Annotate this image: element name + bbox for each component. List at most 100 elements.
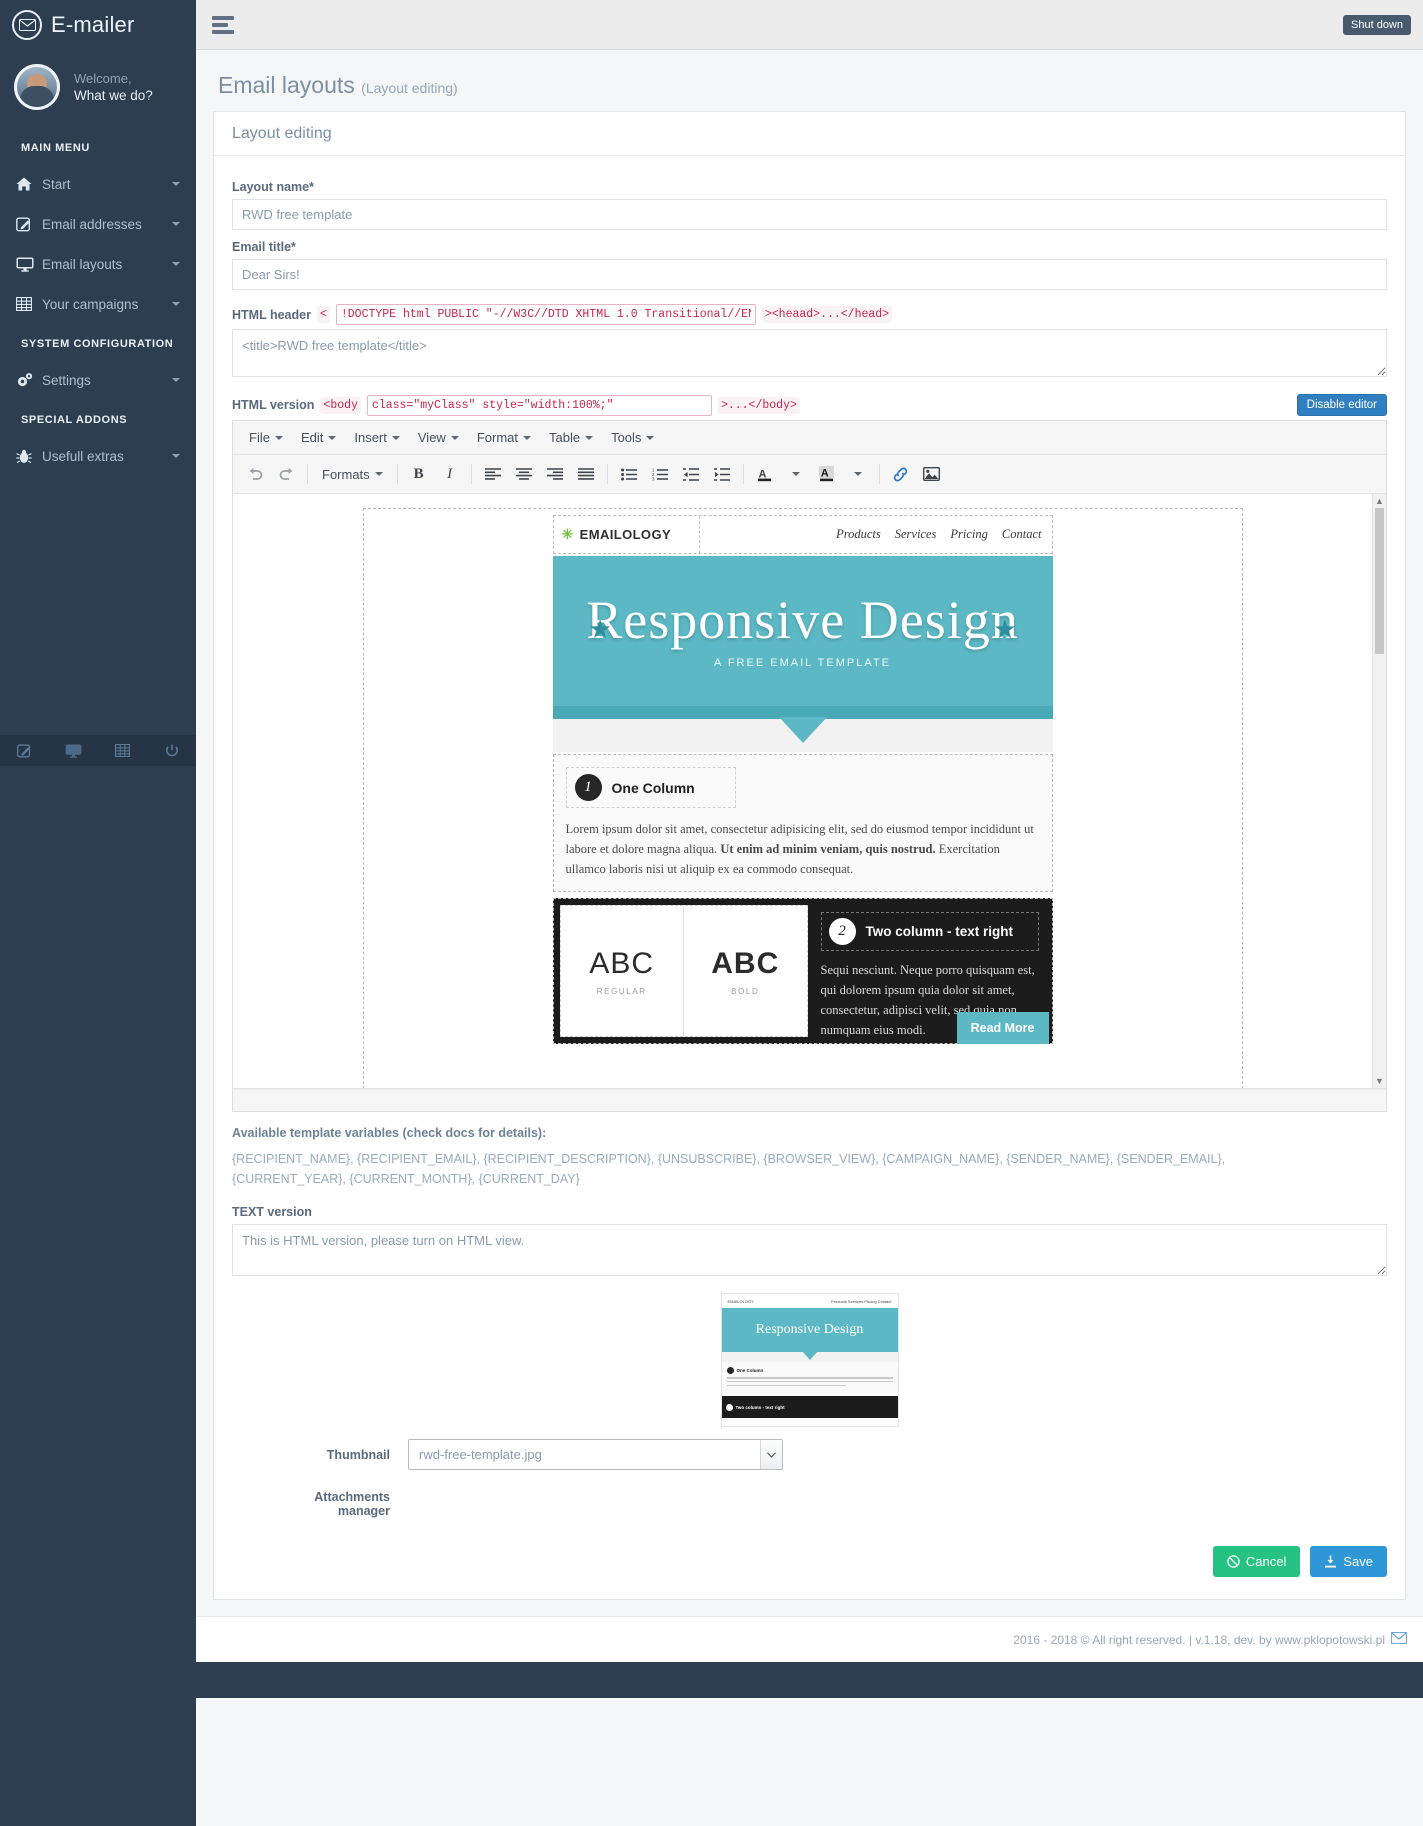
thumb-hero: Responsive Design [721, 1308, 898, 1352]
cancel-button[interactable]: Cancel [1212, 1546, 1301, 1577]
sidebar-item-your-campaigns[interactable]: Your campaigns [0, 284, 196, 324]
hamburger-icon[interactable] [212, 13, 234, 37]
editor-canvas[interactable]: ✳ EMAILOLOGY Products Services Pricing C… [233, 494, 1386, 1089]
menu-tools[interactable]: Tools [603, 426, 662, 449]
bullet-list-icon[interactable] [615, 461, 643, 487]
email-title-input[interactable] [232, 259, 1387, 290]
menu-label: Insert [354, 430, 387, 445]
layout-name-input[interactable] [232, 199, 1387, 230]
scroll-up-icon[interactable]: ▲ [1373, 494, 1386, 508]
thumb-arrow [721, 1352, 898, 1362]
abc-regular-caption: REGULAR [596, 986, 647, 996]
menu-view[interactable]: View [410, 426, 467, 449]
sidebar-item-email-addresses[interactable]: Email addresses [0, 204, 196, 244]
star-icon: ★ [993, 614, 1017, 644]
email-title-label: Email title* [232, 240, 296, 254]
scroll-down-icon[interactable]: ▼ [1373, 1074, 1386, 1088]
pencil-square-icon[interactable] [0, 743, 49, 758]
sidebar-item-email-layouts[interactable]: Email layouts [0, 244, 196, 284]
menu-format[interactable]: Format [469, 426, 539, 449]
save-label: Save [1343, 1554, 1373, 1569]
sidebar-item-label: Email addresses [42, 216, 142, 232]
menu-label: Table [549, 430, 581, 445]
sidebar-item-label: Your campaigns [42, 296, 139, 312]
sidebar-item-start[interactable]: Start [0, 164, 196, 204]
menu-insert[interactable]: Insert [346, 426, 408, 449]
desktop-icon[interactable] [49, 743, 98, 758]
background-color-icon[interactable]: A [813, 461, 841, 487]
sidebar-item-usefull-extras[interactable]: Usefull extras [0, 436, 196, 476]
thumbnail-select[interactable]: rwd-free-template.jpg [408, 1439, 783, 1470]
align-left-icon[interactable] [479, 461, 507, 487]
italic-icon[interactable]: I [436, 461, 464, 487]
html-version-body-input[interactable] [366, 394, 712, 416]
table-grid-icon [16, 297, 42, 311]
editor-scrollbar[interactable]: ▲ ▼ [1372, 494, 1386, 1088]
panel-heading: Layout editing [214, 112, 1405, 156]
menu-file[interactable]: File [241, 426, 291, 449]
brand[interactable]: E-mailer [0, 0, 196, 50]
bug-icon [16, 449, 42, 464]
star-icon: ★ [588, 614, 612, 644]
form-actions: Cancel Save [232, 1546, 1387, 1583]
preview-abc-panel: ABC REGULAR ABC BOLD [559, 905, 808, 1037]
table-grid-icon[interactable] [98, 744, 147, 757]
indent-icon[interactable] [708, 461, 736, 487]
text-version-textarea[interactable] [232, 1224, 1387, 1276]
preview-nav-link[interactable]: Products [836, 527, 881, 542]
chevron-down-icon [172, 182, 180, 186]
abc-bold: ABC [711, 946, 780, 980]
preview-nav-link[interactable]: Pricing [950, 527, 988, 542]
formats-dropdown[interactable]: Formats [315, 464, 390, 485]
html-header-textarea[interactable] [232, 329, 1387, 377]
redo-icon[interactable] [272, 461, 300, 487]
preview-section-one-title: One Column [611, 779, 695, 796]
email-preview-frame: ✳ EMAILOLOGY Products Services Pricing C… [362, 508, 1243, 1088]
preview-logo-label: EMAILOLOGY [579, 527, 672, 542]
chevron-down-icon[interactable] [760, 1440, 782, 1469]
page-title: Email layouts (Layout editing) [218, 72, 1423, 99]
preview-nav-links: Products Services Pricing Contact [700, 516, 1052, 553]
chevron-down-icon [172, 222, 180, 226]
section-number-badge [725, 1403, 733, 1411]
save-button[interactable]: Save [1310, 1546, 1387, 1577]
preview-nav-link[interactable]: Services [895, 527, 937, 542]
arrow-down-icon [778, 717, 827, 743]
preview-nav-link[interactable]: Contact [1002, 527, 1042, 542]
menu-table[interactable]: Table [541, 426, 601, 449]
nav-group-header-system: SYSTEM CONFIGURATION [21, 338, 174, 350]
thumb-section-two-title: Two column - text right [735, 1404, 785, 1410]
align-center-icon[interactable] [510, 461, 538, 487]
align-justify-icon[interactable] [572, 461, 600, 487]
shutdown-button[interactable]: Shut down [1343, 14, 1411, 35]
text-line [726, 1380, 893, 1383]
html-version-label: HTML version [232, 398, 315, 412]
chevron-down-icon[interactable] [782, 461, 810, 487]
chevron-down-icon[interactable] [844, 461, 872, 487]
chevron-down-icon [274, 435, 283, 440]
editor-statusbar [233, 1089, 1386, 1111]
undo-icon[interactable] [241, 461, 269, 487]
menu-edit[interactable]: Edit [293, 426, 344, 449]
image-icon[interactable] [918, 461, 946, 487]
scrollbar-thumb[interactable] [1375, 508, 1384, 654]
thumb-section-head: One Column [726, 1367, 893, 1374]
numbered-list-icon[interactable]: 123 [646, 461, 674, 487]
attachments-label[interactable]: Attachments manager [270, 1490, 390, 1518]
outdent-icon[interactable] [677, 461, 705, 487]
profile[interactable]: Welcome, What we do? [0, 50, 196, 128]
html-header-doctype-input[interactable] [335, 304, 756, 325]
toolbar-separator [606, 464, 608, 484]
envelope-icon [12, 10, 42, 40]
power-icon[interactable] [147, 744, 196, 758]
chevron-down-icon [646, 435, 655, 440]
sidebar-item-settings[interactable]: Settings [0, 360, 196, 400]
link-icon[interactable] [887, 461, 915, 487]
bold-icon[interactable]: B [405, 461, 433, 487]
page-title-main: Email layouts [218, 72, 355, 98]
disable-editor-button[interactable]: Disable editor [1296, 394, 1387, 416]
thumb-hero-title: Responsive Design [755, 1322, 864, 1337]
read-more-button[interactable]: Read More [956, 1012, 1049, 1044]
text-color-icon[interactable]: A [751, 461, 779, 487]
align-right-icon[interactable] [541, 461, 569, 487]
